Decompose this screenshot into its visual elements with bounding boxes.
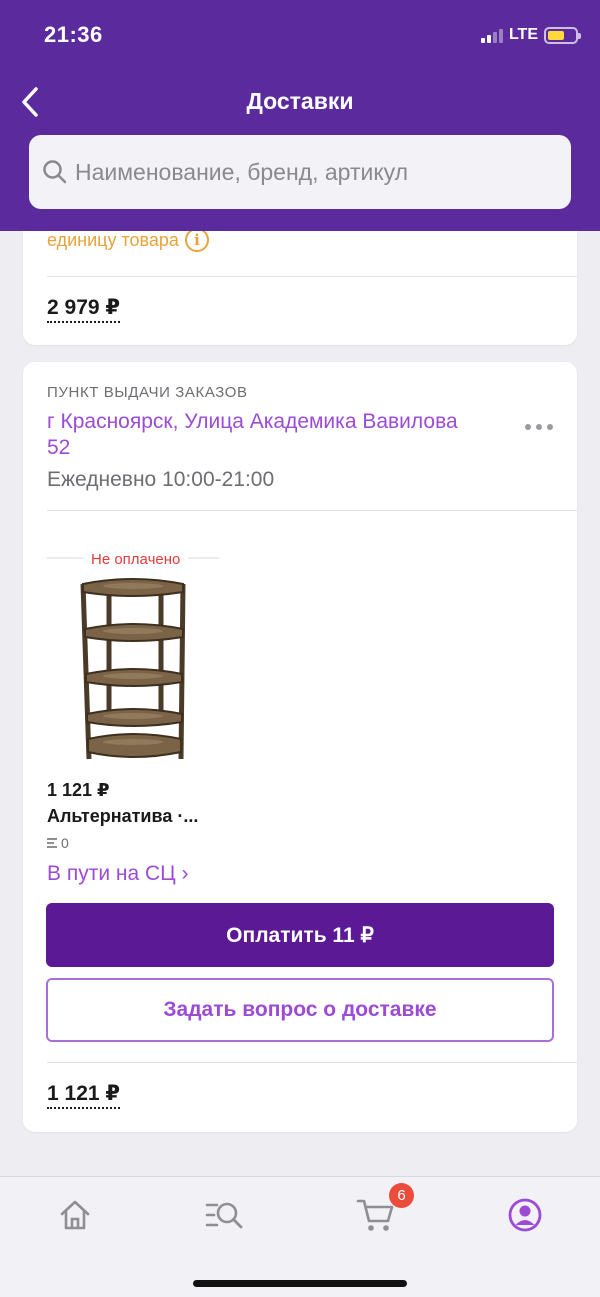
signal-icon <box>480 27 503 43</box>
product-price: 1 121 ₽ <box>47 780 110 800</box>
profile-icon <box>508 1198 542 1232</box>
delivery-status-link[interactable]: В пути на СЦ › <box>47 862 189 886</box>
home-icon <box>60 1200 90 1230</box>
unit-note: единицу товара i <box>47 228 209 252</box>
battery-icon <box>544 26 581 44</box>
payment-status-badge: Не оплачено <box>83 550 189 569</box>
pay-button[interactable]: Оплатить 11 ₽ <box>46 903 554 967</box>
tab-profile[interactable] <box>505 1195 545 1235</box>
cart-count-badge: 6 <box>389 1183 414 1208</box>
product-thumbnail[interactable]: Не оплачено <box>47 534 219 766</box>
list-icon <box>47 838 57 848</box>
pickup-hours: Ежедневно 10:00-21:00 <box>47 468 275 491</box>
pickup-address[interactable]: г Красноярск, Улица Академика Вавилова 5… <box>47 409 467 461</box>
unit-note-text: единицу товара <box>47 229 179 250</box>
product-name[interactable]: Альтернатива ·... <box>47 806 198 827</box>
delivery-card-pickup: ПУНКТ ВЫДАЧИ ЗАКАЗОВ г Красноярск, Улица… <box>23 362 577 1132</box>
product-count-value: 0 <box>61 835 69 851</box>
pickup-point-label: ПУНКТ ВЫДАЧИ ЗАКАЗОВ <box>47 384 248 401</box>
delivery-total[interactable]: 1 121 ₽ <box>47 1082 120 1109</box>
info-icon[interactable]: i <box>184 228 209 252</box>
divider <box>47 276 577 277</box>
status-time: 21:36 <box>44 22 103 47</box>
tab-catalog[interactable] <box>205 1195 245 1235</box>
search-bar[interactable] <box>29 135 571 209</box>
tab-home[interactable] <box>55 1195 95 1235</box>
ask-delivery-question-button[interactable]: Задать вопрос о доставке <box>46 978 554 1042</box>
catalog-search-icon <box>205 1202 243 1229</box>
product-quantity: 0 <box>47 835 69 851</box>
page-title: Доставки <box>246 88 354 114</box>
network-type: LTE <box>508 26 538 43</box>
more-options-button[interactable] <box>525 424 553 430</box>
delivery-total[interactable]: 2 979 ₽ <box>47 296 120 323</box>
bottom-tab-bar: 6 <box>0 1176 600 1297</box>
home-indicator <box>193 1280 407 1287</box>
search-input[interactable] <box>75 158 571 186</box>
status-indicators: LTE <box>480 26 581 44</box>
app-header: 21:36 LTE Доставки <box>0 0 600 231</box>
divider <box>47 510 577 511</box>
search-icon <box>43 160 67 184</box>
divider <box>47 1062 577 1063</box>
